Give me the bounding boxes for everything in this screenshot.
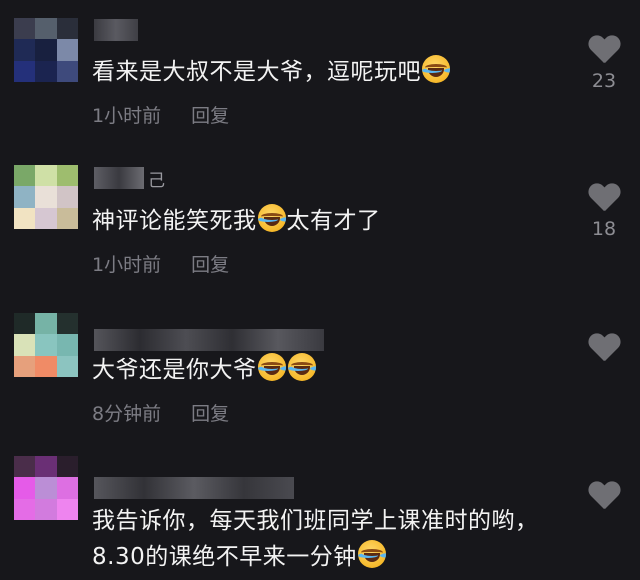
laugh-cry-emoji-icon — [257, 353, 286, 381]
avatar-pixel — [35, 60, 57, 82]
heart-icon[interactable] — [588, 36, 620, 64]
comment-text: 看来是大叔不是大爷，逗呢玩吧 — [92, 54, 562, 90]
username-blur — [94, 19, 138, 41]
avatar-pixel — [35, 165, 57, 187]
avatar-pixel — [35, 207, 57, 229]
reply-button[interactable]: 回复 — [191, 254, 229, 276]
laugh-cry-emoji-icon — [422, 55, 450, 83]
heart-icon[interactable] — [588, 334, 620, 362]
avatar-pixel — [56, 477, 78, 499]
comment-text-main: 大爷还是你大爷 — [92, 357, 257, 383]
avatar-pixel — [14, 456, 36, 478]
comment-text-after: 太有才了 — [286, 208, 381, 234]
avatar-pixel — [14, 207, 36, 229]
heart-icon[interactable] — [588, 482, 620, 510]
avatar-pixel — [56, 60, 78, 82]
avatar[interactable] — [14, 165, 78, 229]
like-count: 18 — [591, 218, 617, 240]
avatar-pixel — [14, 498, 36, 520]
avatar-pixel — [56, 355, 78, 377]
avatar-pixel — [35, 186, 57, 208]
username-blur — [94, 329, 324, 351]
avatar-pixel — [35, 334, 57, 356]
like-button[interactable] — [588, 482, 620, 510]
avatar-pixel — [56, 313, 78, 335]
comment-time: 8分钟前 — [92, 403, 162, 425]
comment-meta: 1小时前 回复 — [92, 250, 229, 277]
comment-text: 大爷还是你大爷 — [92, 352, 562, 388]
like-count: 23 — [591, 70, 617, 92]
avatar-pixel — [14, 313, 36, 335]
comment-text-main: 我告诉你，每天我们班同学上课准时的哟，8.30的课绝不早来一分钟 — [92, 508, 539, 570]
comment-text-main: 看来是大叔不是大爷，逗呢玩吧 — [92, 59, 421, 85]
comment-text-main: 神评论能笑死我 — [92, 208, 257, 234]
avatar-pixel — [14, 355, 36, 377]
avatar-pixel — [35, 313, 57, 335]
avatar-pixel — [56, 186, 78, 208]
avatar-pixel — [35, 355, 57, 377]
avatar-pixel — [14, 60, 36, 82]
avatar-pixel — [14, 186, 36, 208]
like-button[interactable] — [588, 334, 620, 362]
like-button[interactable]: 23 — [588, 36, 620, 92]
avatar-pixel — [35, 456, 57, 478]
avatar-pixel — [14, 39, 36, 61]
avatar-pixel — [14, 165, 36, 187]
username-blur — [94, 477, 294, 499]
avatar-pixel — [56, 18, 78, 40]
avatar[interactable] — [14, 313, 78, 377]
avatar-pixel — [56, 456, 78, 478]
avatar-pixel — [14, 18, 36, 40]
username-redacted[interactable]: 己 — [94, 166, 165, 191]
avatar-pixel — [56, 334, 78, 356]
reply-button[interactable]: 回复 — [191, 403, 229, 425]
username-suffix: 己 — [148, 170, 165, 191]
avatar-pixel — [56, 165, 78, 187]
laugh-cry-emoji-icon — [257, 204, 286, 232]
comment-text: 我告诉你，每天我们班同学上课准时的哟，8.30的课绝不早来一分钟 — [92, 503, 562, 575]
avatar-pixel — [35, 477, 57, 499]
avatar-pixel — [35, 18, 57, 40]
avatar-pixel — [56, 207, 78, 229]
comment-text: 神评论能笑死我 太有才了 — [92, 203, 562, 239]
avatar[interactable] — [14, 456, 78, 520]
avatar-pixel — [35, 39, 57, 61]
comment-time: 1小时前 — [92, 254, 162, 276]
comment-meta: 1小时前 回复 — [92, 101, 229, 128]
reply-button[interactable]: 回复 — [191, 105, 229, 127]
heart-icon[interactable] — [588, 184, 620, 212]
avatar-pixel — [14, 477, 36, 499]
comment-meta: 8分钟前 回复 — [92, 399, 229, 426]
avatar-pixel — [14, 334, 36, 356]
username-redacted[interactable] — [94, 476, 294, 500]
laugh-cry-emoji-icon — [287, 353, 316, 381]
avatar-pixel — [35, 498, 57, 520]
username-blur — [94, 167, 144, 189]
username-redacted[interactable] — [94, 328, 324, 352]
avatar[interactable] — [14, 18, 78, 82]
avatar-pixel — [56, 498, 78, 520]
username-redacted[interactable] — [94, 18, 142, 42]
laugh-cry-emoji-icon — [357, 540, 386, 568]
comment-time: 1小时前 — [92, 105, 162, 127]
like-button[interactable]: 18 — [588, 184, 620, 240]
avatar-pixel — [56, 39, 78, 61]
